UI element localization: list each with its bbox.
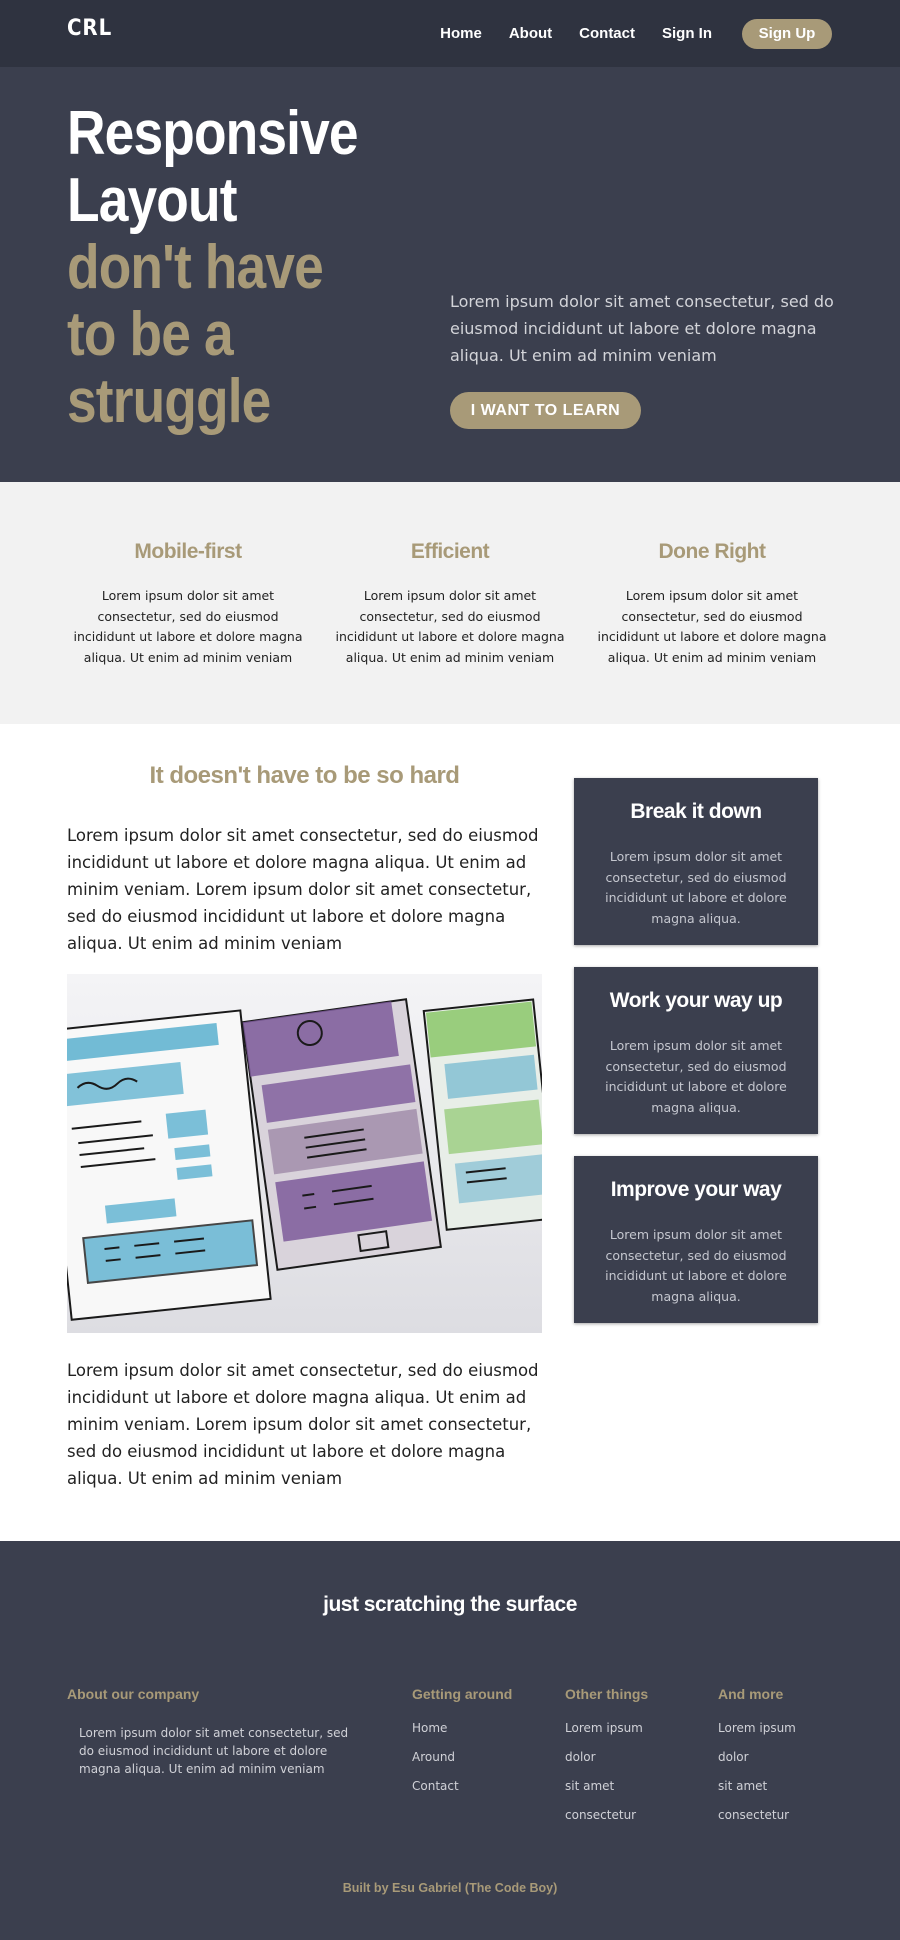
card-text: Lorem ipsum dolor sit amet consectetur, … [605, 1227, 787, 1304]
footer-link-around[interactable]: Around [412, 1751, 512, 1764]
footer-link[interactable]: dolor [565, 1751, 648, 1764]
hero-description: Lorem ipsum dolor sit amet consectetur, … [450, 292, 834, 365]
learn-button[interactable]: I WANT TO LEARN [450, 392, 641, 429]
hero-title: Responsive Layout don't have to be a str… [67, 99, 359, 436]
logo[interactable]: CRL [67, 16, 112, 41]
nav-link-about[interactable]: About [509, 25, 552, 42]
footer-link[interactable]: consectetur [565, 1809, 648, 1822]
footer-other-things: Other things Lorem ipsum dolor sit amet … [565, 1686, 648, 1838]
features-section: Mobile-first Lorem ipsum dolor sit amet … [0, 482, 900, 724]
footer-link[interactable]: sit amet [565, 1780, 648, 1793]
footer-heading: About our company [67, 1686, 200, 1702]
card-improve-your-way: Improve your way Lorem ipsum dolor sit a… [574, 1156, 818, 1323]
card-title: Work your way up [609, 989, 783, 1012]
nav-link-sign-in[interactable]: Sign In [662, 25, 712, 42]
main-paragraph: Lorem ipsum dolor sit amet consectetur, … [67, 1361, 539, 1488]
main-paragraph: Lorem ipsum dolor sit amet consectetur, … [67, 826, 539, 953]
feature-efficient: Efficient Lorem ipsum dolor sit amet con… [329, 540, 571, 668]
wireframe-sketch-illustration [67, 974, 542, 1333]
feature-done-right: Done Right Lorem ipsum dolor sit amet co… [591, 540, 833, 668]
wireframe-sketch-image [67, 974, 542, 1333]
footer-about-text: Lorem ipsum dolor sit amet consectetur, … [79, 1726, 349, 1776]
footer-title: just scratching the surface [323, 1593, 577, 1616]
footer-link[interactable]: consectetur [718, 1809, 796, 1822]
footer-heading: Other things [565, 1686, 649, 1702]
main-heading: It doesn't have to be so hard [149, 762, 460, 789]
top-navbar: CRL Home About Contact Sign In Sign Up [0, 0, 900, 67]
nav-link-home[interactable]: Home [440, 25, 482, 42]
card-text: Lorem ipsum dolor sit amet consectetur, … [605, 849, 787, 926]
feature-title: Mobile-first [134, 540, 242, 563]
footer: just scratching the surface About our co… [0, 1541, 900, 1940]
card-title: Improve your way [610, 1178, 782, 1201]
footer-link-contact[interactable]: Contact [412, 1780, 512, 1793]
feature-text: Lorem ipsum dolor sit amet consectetur, … [597, 588, 827, 665]
feature-title: Done Right [658, 540, 766, 563]
feature-text: Lorem ipsum dolor sit amet consectetur, … [335, 588, 565, 665]
footer-and-more: And more Lorem ipsum dolor sit amet cons… [718, 1686, 796, 1838]
footer-heading: Getting around [412, 1686, 513, 1702]
hero-title-line: Layout [67, 166, 237, 235]
hero-title-accent-line: struggle [67, 367, 271, 436]
feature-title: Efficient [410, 540, 490, 563]
sign-up-button[interactable]: Sign Up [742, 18, 832, 49]
card-work-your-way-up: Work your way up Lorem ipsum dolor sit a… [574, 967, 818, 1134]
footer-credit: Built by Esu Gabriel (The Code Boy) [342, 1881, 558, 1895]
footer-heading: And more [718, 1686, 784, 1702]
feature-text: Lorem ipsum dolor sit amet consectetur, … [73, 588, 303, 665]
footer-link[interactable]: sit amet [718, 1780, 796, 1793]
footer-link[interactable]: Lorem ipsum [718, 1722, 796, 1735]
footer-link[interactable]: Lorem ipsum [565, 1722, 648, 1735]
footer-about: About our company Lorem ipsum dolor sit … [67, 1686, 357, 1778]
card-text: Lorem ipsum dolor sit amet consectetur, … [605, 1038, 787, 1115]
card-title: Break it down [630, 800, 762, 823]
hero-section: Responsive Layout don't have to be a str… [0, 67, 900, 482]
footer-link-home[interactable]: Home [412, 1722, 512, 1735]
feature-mobile-first: Mobile-first Lorem ipsum dolor sit amet … [67, 540, 309, 668]
hero-title-accent-line: to be a [67, 300, 234, 369]
footer-link[interactable]: dolor [718, 1751, 796, 1764]
hero-title-line: Responsive [67, 99, 359, 168]
nav-link-contact[interactable]: Contact [579, 25, 635, 42]
footer-getting-around: Getting around Home Around Contact [412, 1686, 512, 1809]
card-break-it-down: Break it down Lorem ipsum dolor sit amet… [574, 778, 818, 945]
hero-title-accent-line: don't have [67, 233, 324, 302]
nav-links: Home About Contact Sign In Sign Up [413, 0, 900, 67]
